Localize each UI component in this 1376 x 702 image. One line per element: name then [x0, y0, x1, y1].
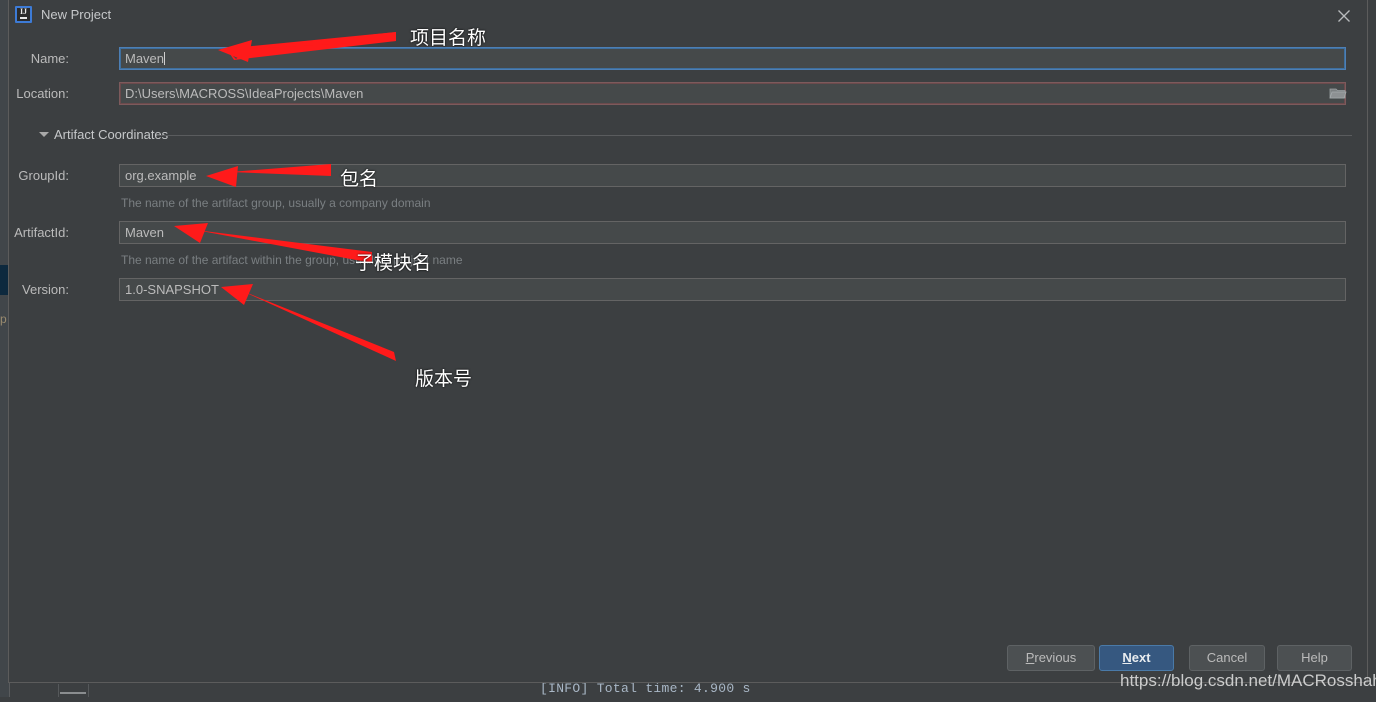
- groupid-input[interactable]: org.example: [119, 164, 1346, 187]
- new-project-dialog: IJ New Project Name: Maven Location: D:\…: [8, 0, 1368, 683]
- dialog-title-bar: IJ New Project: [9, 0, 1367, 31]
- taskbar-item: [60, 692, 86, 694]
- folder-browse-icon[interactable]: [1329, 86, 1347, 100]
- dialog-title: New Project: [41, 7, 112, 22]
- version-input-value: 1.0-SNAPSHOT: [125, 282, 219, 297]
- app-icon-underline: [20, 17, 27, 19]
- artifactid-input[interactable]: Maven: [119, 221, 1346, 244]
- next-button-label: ext: [1131, 650, 1151, 665]
- artifactid-input-value: Maven: [125, 225, 165, 240]
- next-button[interactable]: Next: [1099, 645, 1174, 671]
- help-button[interactable]: Help: [1277, 645, 1352, 671]
- artifact-coordinates-title: Artifact Coordinates: [54, 127, 169, 142]
- name-label: Name:: [30, 51, 69, 66]
- version-label: Version:: [22, 282, 69, 297]
- location-input[interactable]: D:\Users\MACROSS\IdeaProjects\Maven: [119, 82, 1346, 105]
- chevron-down-icon: [39, 132, 49, 137]
- close-icon[interactable]: [1333, 5, 1355, 27]
- taskbar-separator-right: [88, 684, 89, 697]
- name-input-value: Maven: [125, 51, 165, 66]
- version-input[interactable]: 1.0-SNAPSHOT: [119, 278, 1346, 301]
- location-input-value: D:\Users\MACROSS\IdeaProjects\Maven: [125, 86, 364, 101]
- name-input[interactable]: Maven: [119, 47, 1346, 70]
- section-divider: [157, 135, 1352, 136]
- artifactid-label: ArtifactId:: [14, 225, 69, 240]
- taskbar-separator-left: [58, 684, 59, 697]
- app-icon-letters: IJ: [19, 7, 28, 16]
- watermark-url: https://blog.csdn.net/MACRosshaha: [1120, 671, 1376, 690]
- groupid-hint: The name of the artifact group, usually …: [121, 196, 431, 210]
- previous-button-label: revious: [1034, 650, 1077, 665]
- next-button-mnemonic: N: [1122, 650, 1132, 665]
- cancel-button[interactable]: Cancel: [1189, 645, 1265, 671]
- console-output-line: [INFO] Total time: 4.900 s: [540, 681, 751, 696]
- previous-button[interactable]: Previous: [1007, 645, 1095, 671]
- location-label: Location:: [16, 86, 69, 101]
- artifactid-hint: The name of the artifact within the grou…: [121, 253, 463, 267]
- text-caret: [164, 52, 166, 65]
- groupid-label: GroupId:: [18, 168, 69, 183]
- intellij-idea-icon: IJ: [15, 6, 32, 23]
- groupid-input-value: org.example: [125, 168, 197, 183]
